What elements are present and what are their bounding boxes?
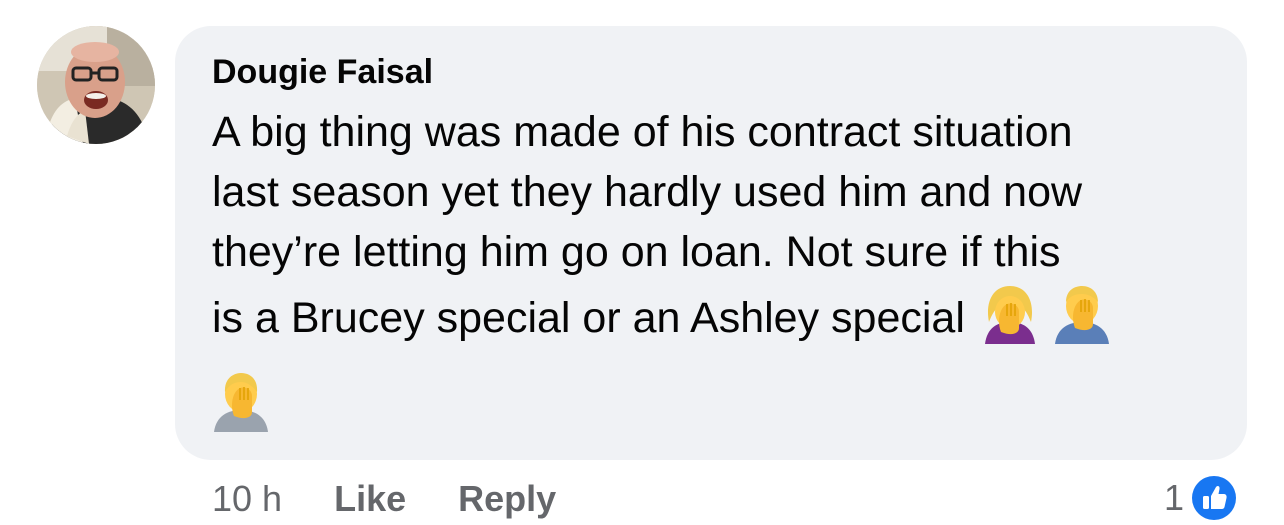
- comment-text-line: last season yet they hardly used him and…: [212, 168, 1083, 216]
- reply-button[interactable]: Reply: [458, 478, 556, 519]
- avatar-photo: [37, 26, 155, 144]
- like-button[interactable]: Like: [334, 478, 406, 519]
- comment-text-line-with-emojis: is a Brucey special or an Ashley special: [212, 282, 1222, 354]
- comment-author[interactable]: Dougie Faisal: [212, 52, 433, 92]
- comment-actions: 10 h Like Reply: [212, 476, 556, 522]
- reaction-summary[interactable]: 1: [1164, 472, 1241, 524]
- avatar[interactable]: [37, 26, 155, 144]
- comment-container: Dougie Faisal A big thing was made of hi…: [0, 0, 1284, 525]
- emoji-row: [210, 370, 272, 432]
- comment-timestamp[interactable]: 10 h: [212, 478, 282, 519]
- like-reaction-badge: [1188, 472, 1241, 524]
- man-facepalming-icon: [1054, 286, 1109, 344]
- like-thumb-icon: [1192, 476, 1237, 520]
- comment-text-line: A big thing was made of his contract sit…: [212, 108, 1073, 156]
- person-facepalming-icon: [214, 373, 268, 432]
- comment-text-line: is a Brucey special or an Ashley special: [212, 294, 965, 342]
- comment-text-line: they’re letting him go on loan. Not sure…: [212, 228, 1061, 276]
- comment-text: A big thing was made of his contract sit…: [212, 102, 1222, 354]
- comment-bubble: Dougie Faisal A big thing was made of hi…: [175, 26, 1247, 460]
- woman-facepalming-icon: [984, 286, 1035, 344]
- reaction-count: 1: [1164, 477, 1185, 518]
